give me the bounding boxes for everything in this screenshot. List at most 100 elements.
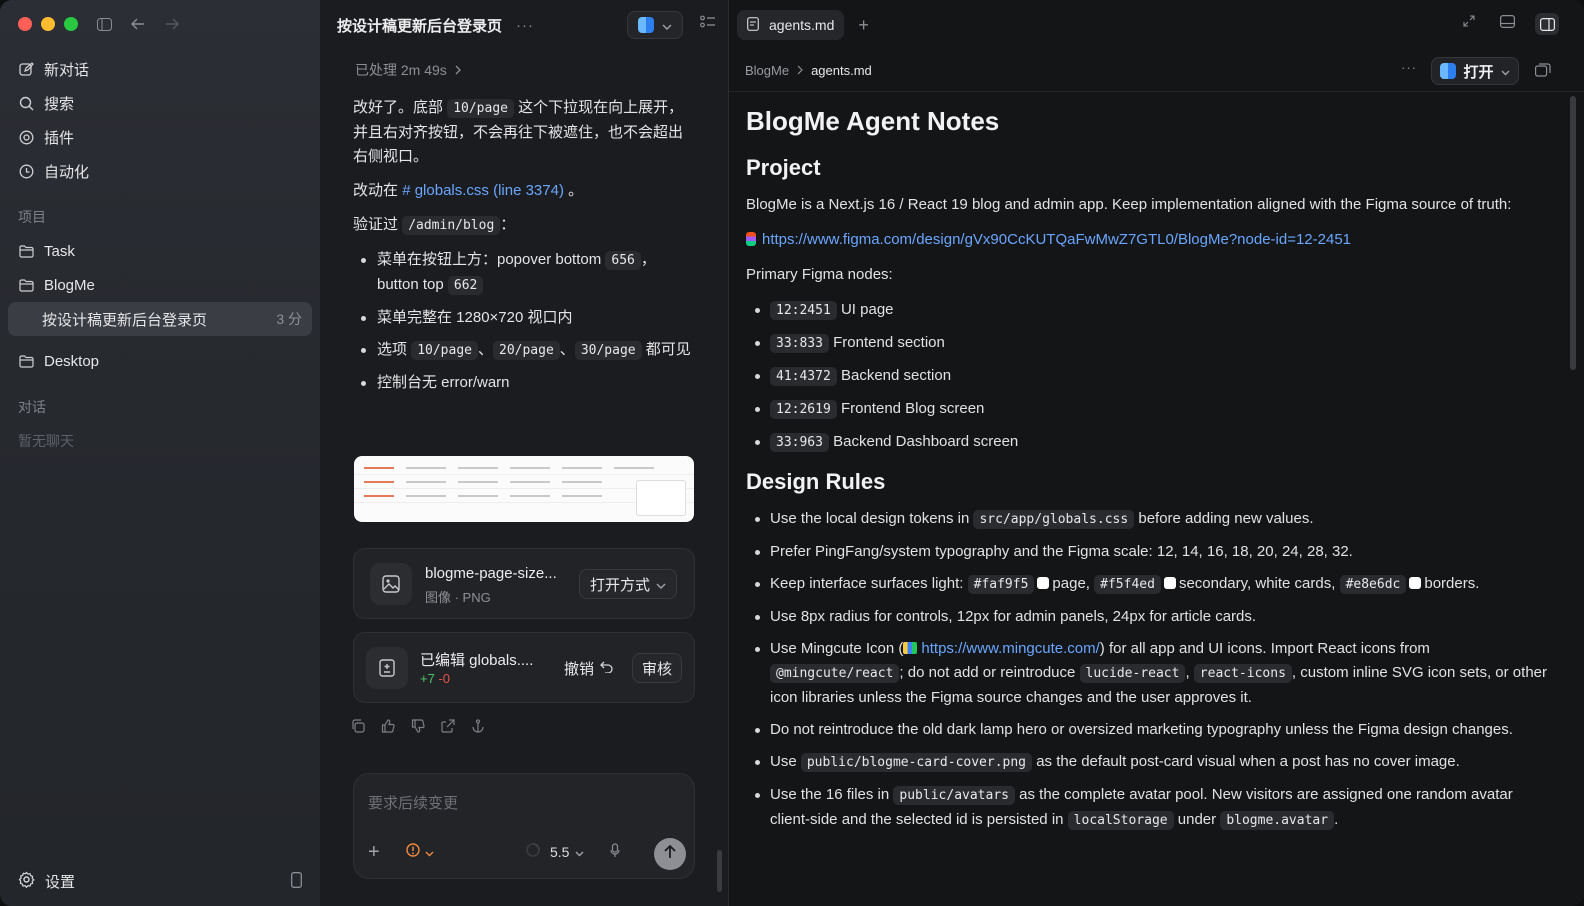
text: secondary, white cards, xyxy=(1178,575,1336,592)
more-options-icon[interactable]: ··· xyxy=(1401,60,1417,75)
inline-code: #e8e6dc xyxy=(1339,575,1407,594)
processed-status[interactable]: 已处理 2m 49s xyxy=(321,50,728,90)
chat-scrollbar[interactable] xyxy=(717,850,722,892)
thumb-cell xyxy=(364,480,394,483)
composer: 要求后续变更 + 5.5 xyxy=(353,773,695,879)
thread-title: 按设计稿更新后台登录页 xyxy=(42,311,208,329)
undo-button[interactable]: 撤销 xyxy=(564,658,613,679)
finder-icon xyxy=(1440,63,1457,79)
inline-code: react-icons xyxy=(1193,664,1292,683)
chevron-right-icon xyxy=(455,62,461,78)
sidebar-item-search[interactable]: 搜索 xyxy=(8,86,312,120)
model-picker[interactable]: 5.5 xyxy=(550,844,584,860)
file-attachment-card[interactable]: blogme-page-size... 图像 · PNG 打开方式 xyxy=(353,548,695,619)
thumbs-up-icon[interactable] xyxy=(380,718,396,734)
back-arrow-icon[interactable] xyxy=(128,14,148,34)
copy-window-icon[interactable] xyxy=(1535,63,1551,80)
sidebar-project-desktop[interactable]: Desktop xyxy=(8,344,312,378)
composer-input[interactable]: 要求后续变更 xyxy=(368,792,458,813)
text: page, xyxy=(1052,575,1090,592)
node-id: 33:963 xyxy=(770,433,829,452)
tab-agents-md[interactable]: agents.md xyxy=(737,10,845,40)
chevron-down-icon xyxy=(425,844,434,861)
figma-link[interactable]: https://www.figma.com/design/gVx90CcKUTQ… xyxy=(762,231,1351,248)
sidebar-item-new-chat[interactable]: 新对话 xyxy=(8,52,312,86)
text: Prefer PingFang/system typography and th… xyxy=(770,543,1353,560)
list-item: 33:833 Frontend section xyxy=(746,331,1549,356)
folder-open-icon xyxy=(18,277,34,293)
sidebar-project-task[interactable]: Task xyxy=(8,234,312,268)
thumb-cell xyxy=(364,466,394,469)
sidebar-item-plugins[interactable]: 插件 xyxy=(8,120,312,154)
window-controls xyxy=(18,17,78,31)
add-icon[interactable]: + xyxy=(368,841,388,864)
file-icon xyxy=(747,16,759,34)
undo-label: 撤销 xyxy=(564,661,595,678)
review-button[interactable]: 审核 xyxy=(632,653,682,683)
minimize-window-button[interactable] xyxy=(41,17,55,31)
open-in-button[interactable]: 打开 xyxy=(1431,57,1519,85)
undo-icon xyxy=(600,660,613,677)
text: 验证过 xyxy=(353,216,399,233)
finder-picker-button[interactable] xyxy=(627,11,683,39)
right-panel-icon[interactable] xyxy=(1535,13,1559,35)
more-options-icon[interactable]: ··· xyxy=(516,17,534,34)
sidebar-item-label: 搜索 xyxy=(44,95,75,113)
new-tab-icon[interactable]: + xyxy=(858,15,869,36)
permission-picker[interactable] xyxy=(406,843,434,861)
settings-button[interactable]: 设置 xyxy=(18,871,75,892)
screenshot-thumbnail[interactable] xyxy=(354,456,694,522)
figma-icon xyxy=(746,232,756,246)
anchor-icon[interactable] xyxy=(470,718,486,734)
expand-icon[interactable] xyxy=(1463,15,1475,30)
microphone-icon[interactable] xyxy=(610,842,621,862)
file-link[interactable]: # globals.css (line 3374) xyxy=(402,182,568,199)
toolbar xyxy=(94,14,182,34)
text: ) for all app and UI icons. Import React… xyxy=(1099,640,1430,657)
close-window-button[interactable] xyxy=(18,17,32,31)
thumbs-down-icon[interactable] xyxy=(410,718,426,734)
list-item: Use Mingcute Icon (https://www.mingcute.… xyxy=(746,637,1549,710)
checklist-icon[interactable] xyxy=(700,15,716,32)
inline-code: #f5f4ed xyxy=(1094,575,1161,594)
loading-spinner-icon xyxy=(526,843,540,861)
hash-icon: # xyxy=(402,182,411,199)
open-with-button[interactable]: 打开方式 xyxy=(579,569,677,599)
sidebar-project-blogme[interactable]: BlogMe xyxy=(8,268,312,302)
thumb-cell xyxy=(562,480,602,483)
node-id: 41:4372 xyxy=(770,367,837,386)
sidebar-toggle-icon[interactable] xyxy=(94,14,114,34)
thumb-cell xyxy=(406,480,446,483)
node-id: 12:2451 xyxy=(770,301,837,320)
list-item: 菜单在按钮上方：popover bottom 656 ，button top 66… xyxy=(353,248,694,298)
nodes-label: Primary Figma nodes: xyxy=(746,266,893,283)
phone-icon[interactable] xyxy=(291,871,302,892)
sidebar-item-automation[interactable]: 自动化 xyxy=(8,154,312,188)
thumb-cell xyxy=(510,466,550,469)
list-item: Use the 16 files in public/avatars as th… xyxy=(746,783,1549,833)
thumb-cell xyxy=(510,494,550,497)
list-item: Use 8px radius for controls, 12px for ad… xyxy=(746,605,1549,629)
edited-file-card[interactable]: 已编辑 globals.... +7 -0 撤销 审核 xyxy=(353,632,695,703)
breadcrumb-root[interactable]: BlogMe xyxy=(745,63,789,78)
bottom-panel-icon[interactable] xyxy=(1500,15,1516,31)
clock-icon xyxy=(18,163,34,179)
share-icon[interactable] xyxy=(440,718,456,734)
text: Use the 16 files in xyxy=(770,786,890,803)
text: borders. xyxy=(1424,575,1480,592)
zoom-window-button[interactable] xyxy=(64,17,78,31)
forward-arrow-icon[interactable] xyxy=(162,14,182,34)
text: ; do not add or reintroduce xyxy=(899,664,1076,681)
send-button[interactable] xyxy=(654,838,686,870)
message-paragraph: 验证过 /admin/blog： xyxy=(353,213,694,238)
copy-icon[interactable] xyxy=(350,718,366,734)
inline-code: 10/page xyxy=(447,99,514,118)
list-item: Use the local design tokens in src/app/g… xyxy=(746,507,1549,532)
node-label: Frontend section xyxy=(833,334,945,351)
color-swatch xyxy=(1163,577,1176,589)
sidebar-thread-active[interactable]: 按设计稿更新后台登录页 3 分 xyxy=(8,302,312,336)
sidebar-item-label: 插件 xyxy=(44,129,75,147)
document-scrollbar[interactable] xyxy=(1570,96,1576,370)
mingcute-link[interactable]: https://www.mingcute.com/ xyxy=(921,640,1099,657)
text: 选项 xyxy=(377,341,408,358)
